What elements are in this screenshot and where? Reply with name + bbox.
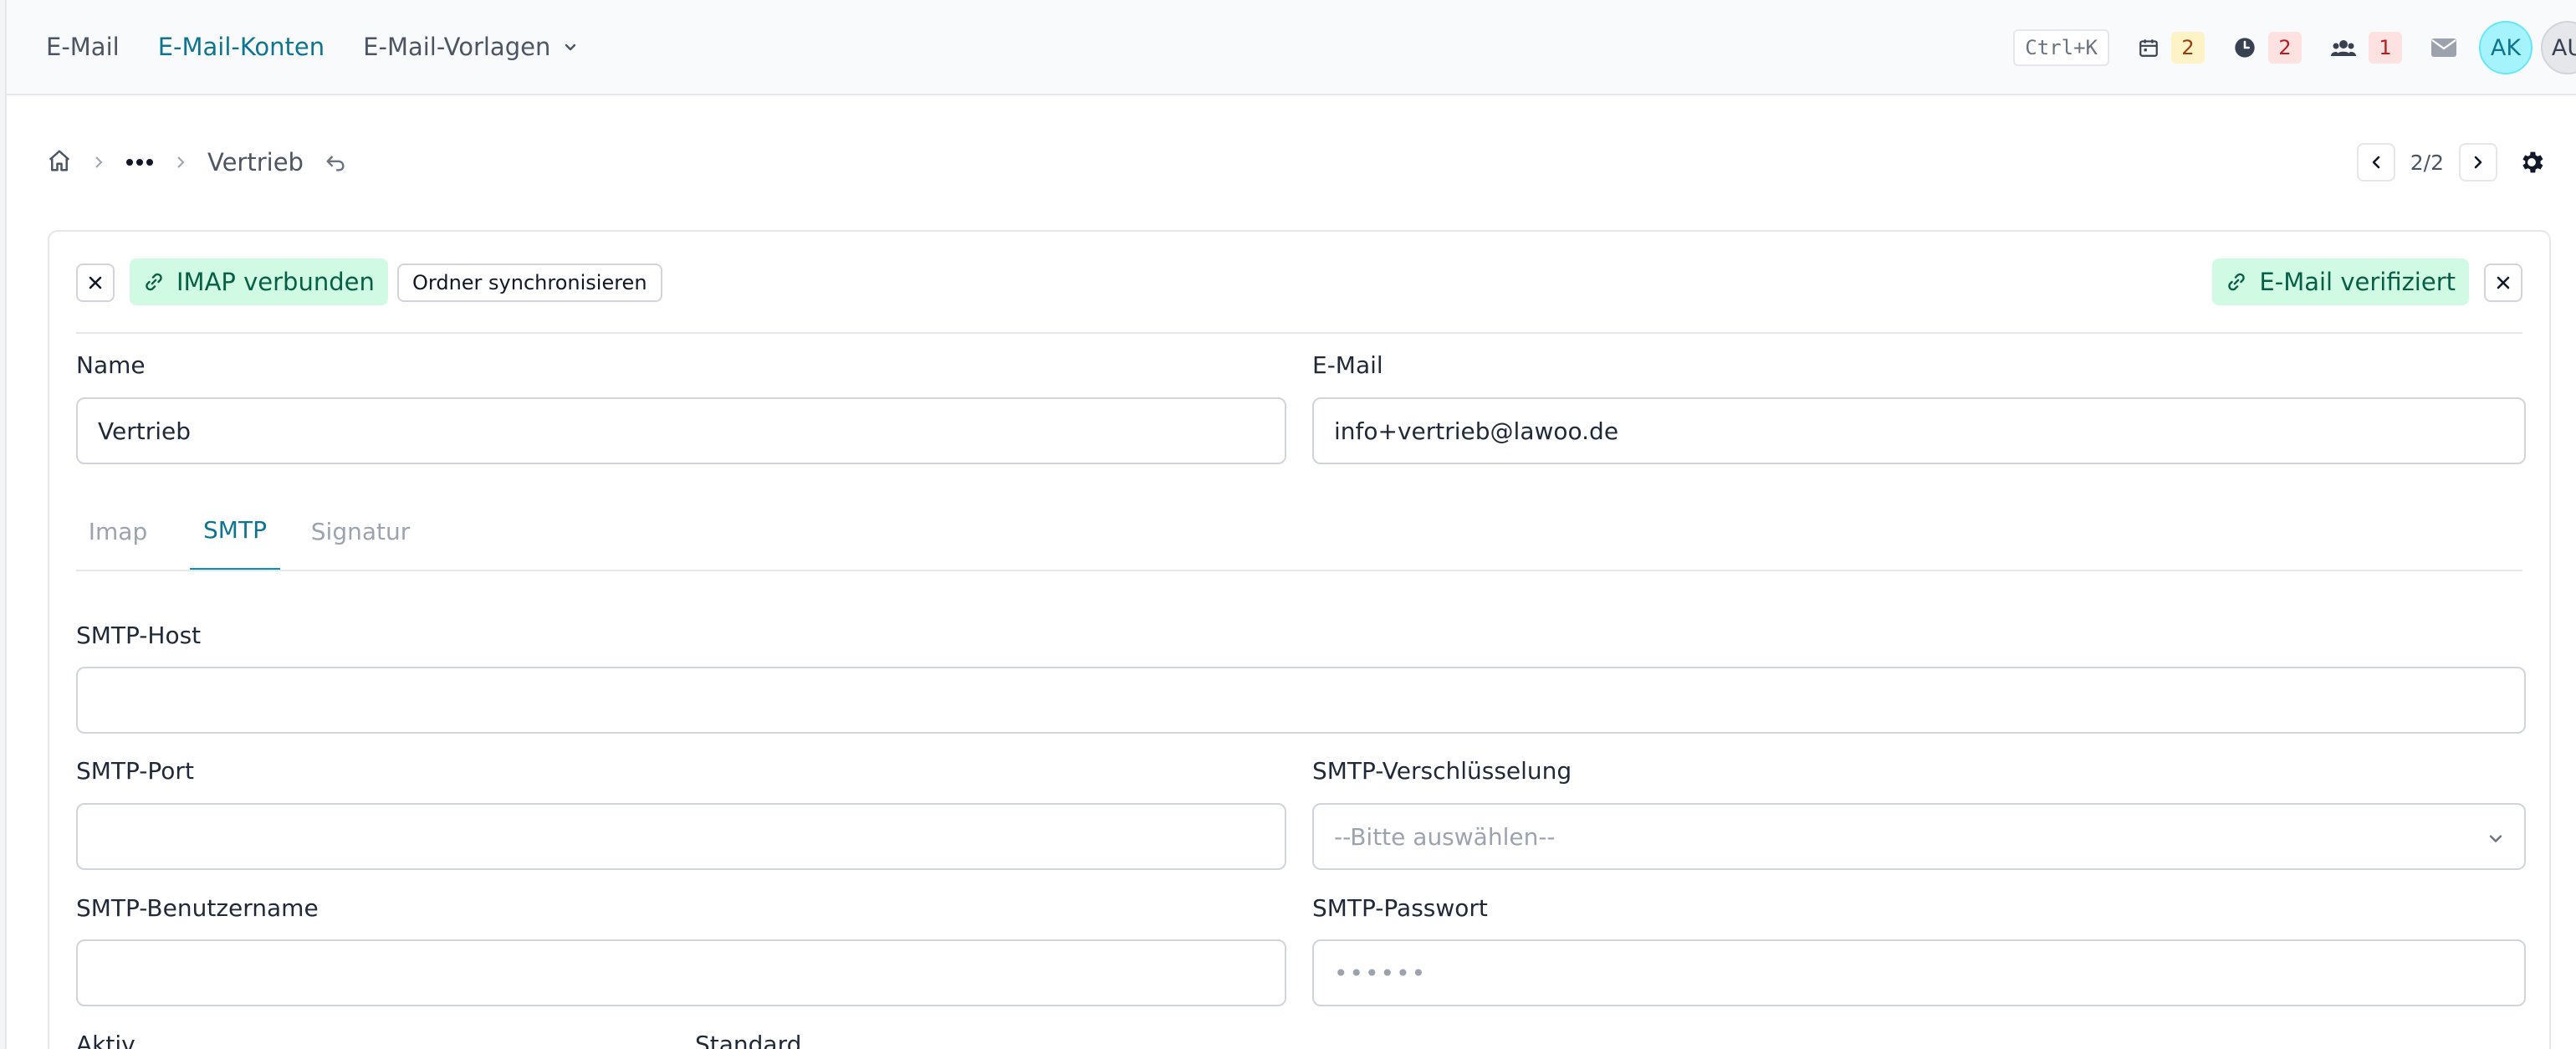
calendar-count-badge: 2 — [2171, 32, 2205, 64]
undo-icon[interactable] — [324, 151, 347, 174]
breadcrumb-separator-icon — [92, 154, 105, 171]
email-label: E-Mail — [1312, 351, 1383, 379]
calendar-icon — [2138, 37, 2159, 59]
chevron-right-icon — [2474, 156, 2482, 169]
gear-icon[interactable] — [2512, 143, 2551, 182]
nav-link-email-templates[interactable]: E-Mail-Vorlagen — [363, 33, 579, 61]
close-icon — [2497, 276, 2510, 289]
smtp-host-label: SMTP-Host — [76, 622, 202, 649]
imap-disconnect-button[interactable] — [76, 264, 115, 302]
calendar-stat[interactable]: 2 — [2138, 32, 2205, 64]
smtp-port-input[interactable] — [76, 803, 1286, 870]
active-label: Aktiv — [76, 1031, 135, 1049]
smtp-password-label: SMTP-Passwort — [1312, 894, 1488, 922]
command-palette-shortcut[interactable]: Ctrl+K — [2013, 29, 2109, 66]
smtp-port-label: SMTP-Port — [76, 757, 194, 785]
app-root: E-Mail E-Mail-Konten E-Mail-Vorlagen Ctr… — [0, 0, 2576, 1049]
next-record-button[interactable] — [2459, 143, 2497, 182]
clock-icon — [2233, 36, 2257, 59]
tabs-divider — [76, 570, 2522, 571]
nav-link-email[interactable]: E-Mail — [46, 33, 120, 61]
smtp-username-input[interactable] — [76, 939, 1286, 1006]
users-stat[interactable]: 1 — [2330, 32, 2402, 64]
smtp-host-input[interactable] — [76, 667, 2526, 734]
nav-link-email-label: E-Mail — [46, 33, 120, 61]
link-icon — [2228, 273, 2246, 291]
name-label: Name — [76, 351, 146, 379]
imap-connected-label: IMAP verbunden — [176, 268, 375, 296]
breadcrumb-separator-icon — [174, 154, 187, 171]
left-edge — [0, 0, 7, 1049]
email-account-form-card: IMAP verbunden Ordner synchronisieren E-… — [48, 230, 2551, 1049]
imap-connected-badge[interactable]: IMAP verbunden — [130, 258, 388, 305]
link-icon — [146, 273, 162, 291]
nav-link-email-accounts-label: E-Mail-Konten — [157, 33, 325, 61]
record-pager: 2/2 — [2356, 142, 2551, 182]
nav-link-email-accounts[interactable]: E-Mail-Konten — [158, 33, 325, 61]
email-verified-badge[interactable]: E-Mail verifiziert — [2212, 258, 2469, 305]
divider — [76, 332, 2522, 334]
email-input[interactable]: info+vertrieb@lawoo.de — [1312, 397, 2526, 464]
envelope-icon[interactable] — [2430, 38, 2457, 58]
clock-stat[interactable]: 2 — [2233, 32, 2302, 64]
email-verified-label: E-Mail verifiziert — [2259, 268, 2456, 296]
home-icon[interactable] — [47, 148, 72, 177]
users-icon — [2330, 37, 2357, 59]
smtp-encryption-selected: --Bitte auswählen-- — [1334, 822, 1556, 851]
smtp-password-input[interactable]: •••••• — [1312, 939, 2526, 1006]
chevron-down-icon — [2489, 835, 2502, 842]
sync-folders-button[interactable]: Ordner synchronisieren — [397, 264, 662, 302]
users-count-badge: 1 — [2369, 32, 2402, 64]
settings-tabs: Imap SMTP Signatur — [76, 491, 2522, 571]
more-dots-icon[interactable] — [125, 158, 154, 166]
top-navigation: E-Mail E-Mail-Konten E-Mail-Vorlagen Ctr… — [7, 0, 2576, 95]
avatar-au[interactable]: AU — [2541, 21, 2576, 74]
previous-record-button[interactable] — [2356, 143, 2395, 182]
tab-signature[interactable]: Signatur — [302, 491, 419, 571]
pager-position: 2/2 — [2410, 150, 2444, 175]
default-label: Standard — [695, 1031, 802, 1049]
chevron-down-icon — [565, 43, 576, 51]
clock-count-badge: 2 — [2268, 32, 2302, 64]
close-icon — [89, 276, 102, 289]
nav-link-email-templates-label: E-Mail-Vorlagen — [363, 33, 551, 61]
avatar-ak[interactable]: AK — [2479, 21, 2533, 74]
email-unverify-button[interactable] — [2484, 264, 2522, 302]
name-input[interactable]: Vertrieb — [76, 397, 1286, 464]
smtp-username-label: SMTP-Benutzername — [76, 894, 319, 922]
smtp-encryption-label: SMTP-Verschlüsselung — [1312, 757, 1572, 785]
breadcrumb: Vertrieb — [47, 142, 347, 182]
breadcrumb-current: Vertrieb — [207, 148, 304, 177]
action-bar: IMAP verbunden Ordner synchronisieren E-… — [76, 258, 2522, 305]
nav-right-tools: Ctrl+K 2 2 1 AK AU — [2013, 0, 2576, 95]
tab-smtp[interactable]: SMTP — [190, 491, 280, 571]
chevron-left-icon — [2372, 156, 2380, 169]
tab-imap[interactable]: Imap — [76, 491, 160, 571]
smtp-encryption-select[interactable]: --Bitte auswählen-- — [1312, 803, 2526, 870]
